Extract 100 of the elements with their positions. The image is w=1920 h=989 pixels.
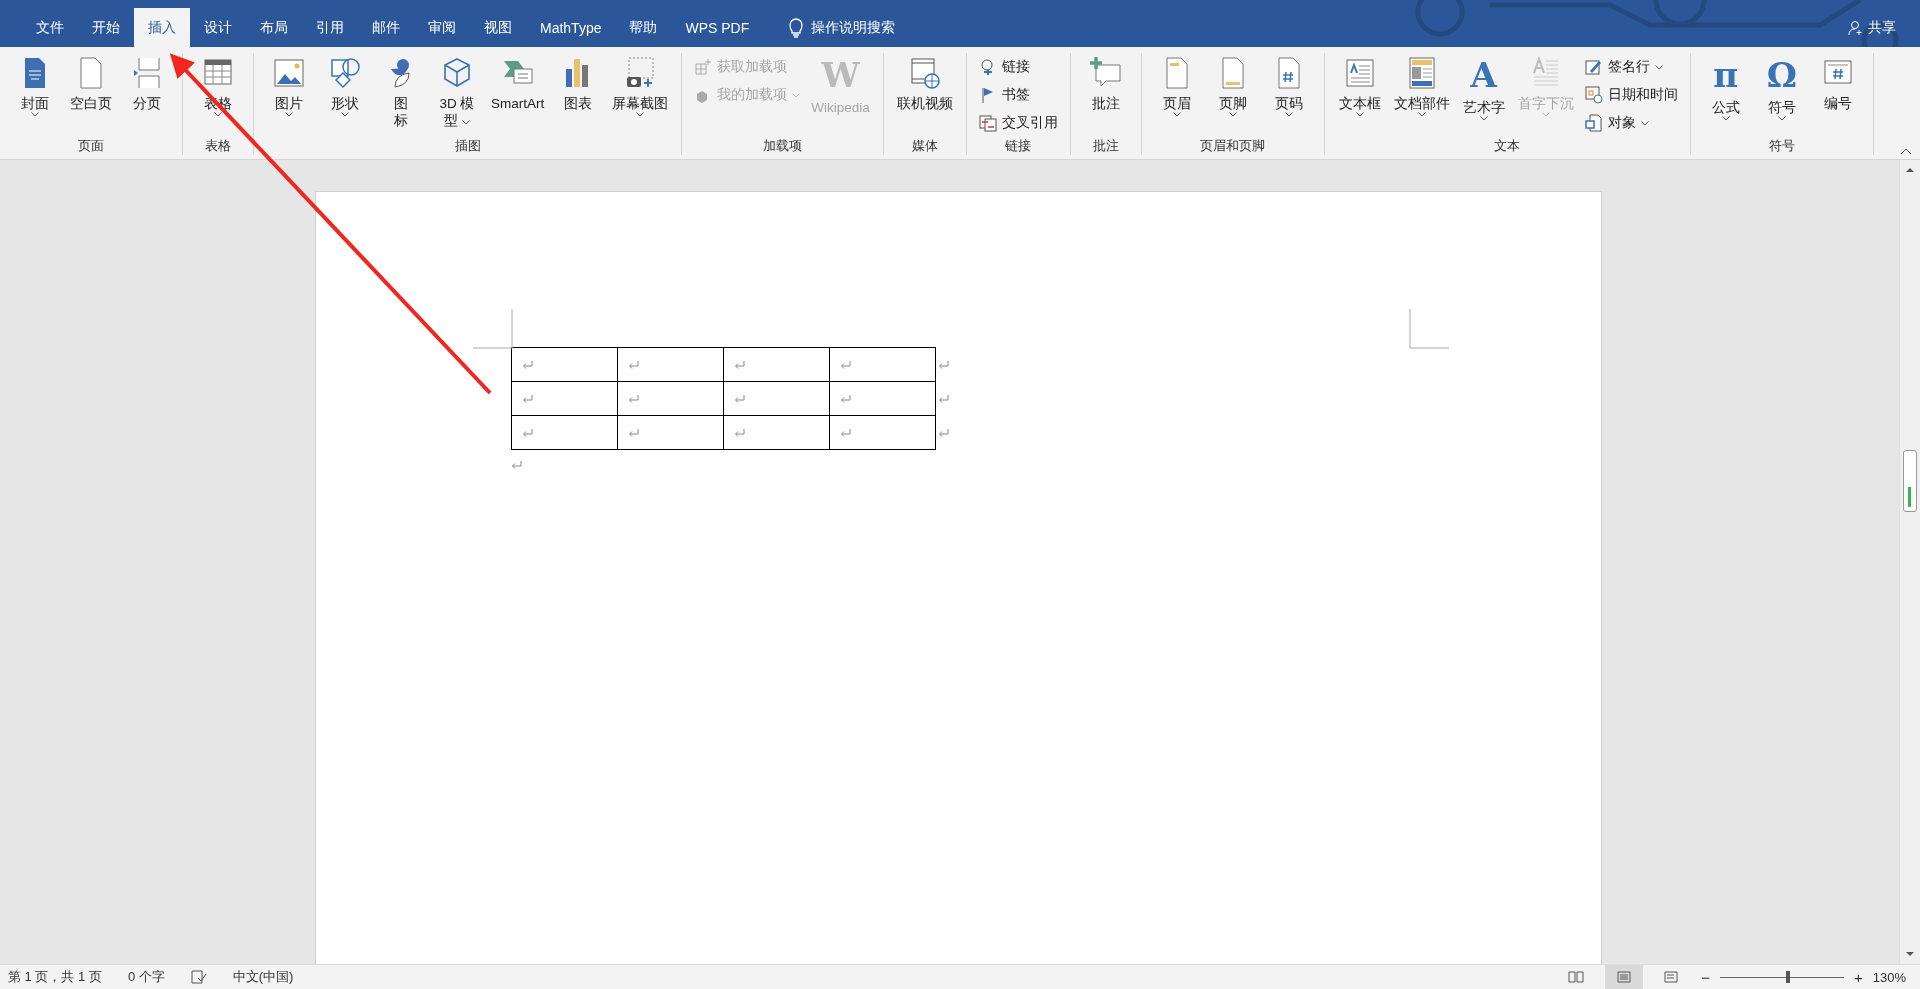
ribbon-button[interactable]: 对象 [1580,111,1682,135]
ribbon-button[interactable]: Ω 符号 [1754,53,1809,123]
table-cell[interactable] [617,381,723,416]
table-cell[interactable] [723,415,829,450]
table-cell[interactable] [511,381,617,416]
person-plus-icon [1848,19,1864,36]
chevron-down-icon [1640,120,1649,126]
table-cell[interactable] [617,415,723,450]
ribbon-button[interactable]: A 艺术字 [1456,53,1511,123]
chevron-down-icon [636,112,645,117]
ribbon-button[interactable]: 页码 [1261,53,1316,119]
return-mark-icon [839,427,852,438]
word-count[interactable]: 0 个字 [127,968,165,986]
chevron-down-icon [461,120,470,125]
table-cell[interactable] [723,381,829,416]
ribbon-tab[interactable]: 文件 [22,8,78,47]
ribbon-button[interactable]: 联机视频 [891,53,958,114]
glyph-icon: W [821,55,860,95]
scroll-up-icon[interactable] [1905,166,1915,174]
ribbon-tab[interactable]: 开始 [78,8,134,47]
ribbon-button[interactable]: 图表 [551,53,606,114]
ribbon-button[interactable]: 页眉 [1149,53,1204,119]
scroll-down-icon[interactable] [1905,950,1915,958]
page-count[interactable]: 第 1 页，共 1 页 [8,968,102,986]
table-cell[interactable] [829,347,935,382]
ribbon-tab[interactable]: MathType [526,8,616,47]
ribbon-tab[interactable]: 插入 [134,8,190,47]
return-mark-icon [627,393,640,404]
ribbon-button[interactable]: 图标 [374,53,428,131]
vertical-scrollbar[interactable] [1899,160,1920,964]
ribbon-button[interactable]: 签名行 [1580,55,1682,79]
return-mark-icon [733,393,746,404]
ribbon-button[interactable]: 交叉引用 [974,111,1062,135]
ribbon-tab[interactable]: 布局 [246,8,302,47]
ribbon-button[interactable]: 文档部件 [1388,53,1455,119]
view-mode-button[interactable] [1605,965,1644,989]
table-cell[interactable] [723,347,829,382]
glyph-icon: Ω [1766,55,1797,95]
ribbon-button[interactable]: 文本框 [1332,53,1387,119]
chevron-down-icon [1654,64,1663,70]
ribbon-button[interactable]: 分页 [120,53,174,114]
return-mark-icon [937,359,950,370]
zoom-slider-thumb[interactable] [1786,971,1791,983]
table-cell[interactable] [511,347,617,382]
ribbon-button[interactable]: 页脚 [1205,53,1260,119]
group-label: 加载项 [762,137,804,155]
table-cell[interactable] [829,381,935,416]
ribbon-button[interactable]: 图片 [262,53,316,119]
table-cell[interactable] [617,347,723,382]
ribbon-button[interactable]: 书签 [974,83,1062,107]
ribbon-tab[interactable]: 引用 [302,8,358,47]
ribbon-tab[interactable]: 视图 [470,8,526,47]
zoom-in-button[interactable]: + [1854,968,1863,986]
share-button[interactable]: 共享 [1848,8,1896,47]
ribbon-button[interactable]: 日期和时间 [1580,83,1682,107]
group-label: 链接 [1004,137,1033,155]
ribbon-button[interactable]: 批注 [1078,53,1133,114]
group-label: 符号 [1767,137,1796,155]
ribbon-button[interactable]: 形状 [318,53,372,119]
group-label: 页眉和页脚 [1199,137,1267,155]
ribbon-tab[interactable]: 邮件 [358,8,414,47]
ribbon-button[interactable]: 屏幕截图 [607,53,674,119]
ribbon-button[interactable]: 封面 [8,53,62,119]
ribbon-button[interactable]: π 公式 [1698,53,1753,123]
table-cell[interactable] [829,415,935,450]
ribbon-button[interactable]: SmartArt [486,53,550,114]
group-label: 批注 [1091,137,1120,155]
page-break-icon [131,55,163,91]
return-mark-icon [521,359,534,370]
view-icon [1616,971,1633,983]
ribbon-tab[interactable]: WPS PDF [671,8,764,47]
group-label: 媒体 [910,137,939,155]
group-label: 表格 [204,137,232,155]
ribbon-button[interactable]: 编号 [1810,53,1865,114]
proofing-icon[interactable] [190,970,207,984]
ribbon-tab[interactable]: 设计 [190,8,246,47]
group-label: 文本 [1493,137,1522,155]
ribbon-button[interactable]: 链接 [974,55,1062,79]
shapes-icon [329,55,361,91]
chevron-down-icon [1479,116,1488,121]
search-field[interactable]: 操作说明搜索 [783,8,902,47]
collapse-ribbon-icon[interactable] [1900,148,1912,155]
return-mark-icon [839,359,852,370]
glyph-icon: π [1713,55,1739,95]
add-ins-icon [694,58,713,76]
zoom-out-button[interactable]: − [1701,968,1710,986]
ribbon-button[interactable]: 3D 模型 [430,53,484,131]
view-icon [1664,971,1681,983]
chevron-down-icon [285,112,293,117]
zoom-level[interactable]: 130% [1872,969,1906,985]
return-mark-icon [510,460,523,470]
crop-mark [472,309,513,349]
chevron-down-icon [341,112,349,117]
ribbon-tab[interactable]: 审阅 [414,8,470,47]
ribbon-tab[interactable]: 帮助 [615,8,672,47]
table-cell[interactable] [511,415,617,450]
ribbon-button[interactable]: 空白页 [64,53,118,114]
language-label[interactable]: 中文(中国) [232,968,294,986]
lightbulb-icon [789,17,804,38]
group-label: 页面 [77,137,105,155]
